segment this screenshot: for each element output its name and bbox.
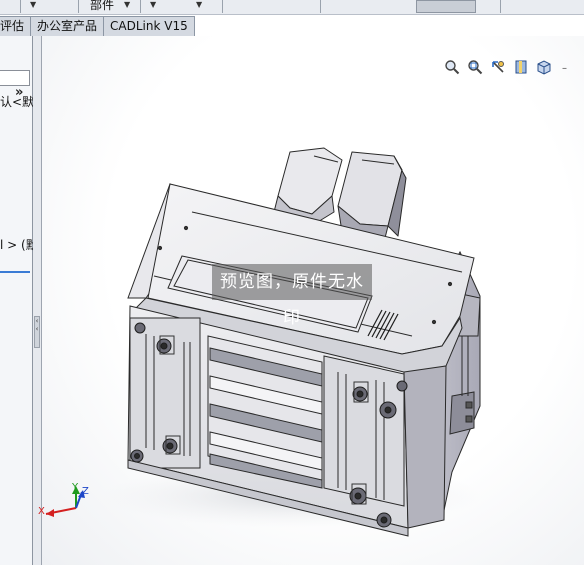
dropdown-arrow-icon[interactable]: ▼	[196, 0, 202, 9]
panel-splitter[interactable]: ‹ ‹	[33, 36, 42, 565]
toolbar-toggle-button[interactable]	[416, 0, 476, 13]
dropdown-arrow-icon[interactable]: ▼	[150, 0, 156, 9]
feature-manager-panel: » 认<默 l > (默	[0, 36, 38, 565]
toolbar-separator	[320, 0, 321, 13]
command-manager-tabs: 评估 办公室产品 CADLink V15	[0, 16, 195, 36]
dropdown-arrow-icon[interactable]: ▼	[124, 0, 130, 9]
triad-z-label: Z	[82, 486, 89, 497]
toolbar-separator	[500, 0, 501, 13]
toolbar-separator	[20, 0, 21, 13]
preview-watermark: 预览图，原件无水印	[212, 264, 372, 328]
assembly-label[interactable]: 部件	[90, 0, 114, 13]
tab-office-products[interactable]: 办公室产品	[30, 16, 105, 36]
3d-model-preview	[45, 147, 482, 537]
toolbar-separator	[140, 0, 141, 13]
dropdown-arrow-icon[interactable]: ▼	[30, 0, 36, 9]
toolbar-separator	[222, 0, 223, 13]
graphics-viewport[interactable]: – X Y Z 预览图，原件无水印	[38, 36, 584, 565]
tree-item-config[interactable]: 认<默	[0, 93, 34, 110]
panel-divider	[0, 271, 30, 273]
filter-input[interactable]	[0, 70, 30, 86]
triad-y-label: Y	[72, 482, 79, 493]
collapse-grip-icon[interactable]: ‹ ‹	[34, 316, 40, 348]
top-toolbar: ▼ 部件 ▼ ▼ ▼	[0, 0, 584, 15]
tab-evaluate[interactable]: 评估	[0, 16, 32, 36]
tab-cadlink[interactable]: CADLink V15	[103, 16, 195, 36]
toolbar-separator	[78, 0, 79, 13]
triad-x-label: X	[38, 506, 45, 517]
